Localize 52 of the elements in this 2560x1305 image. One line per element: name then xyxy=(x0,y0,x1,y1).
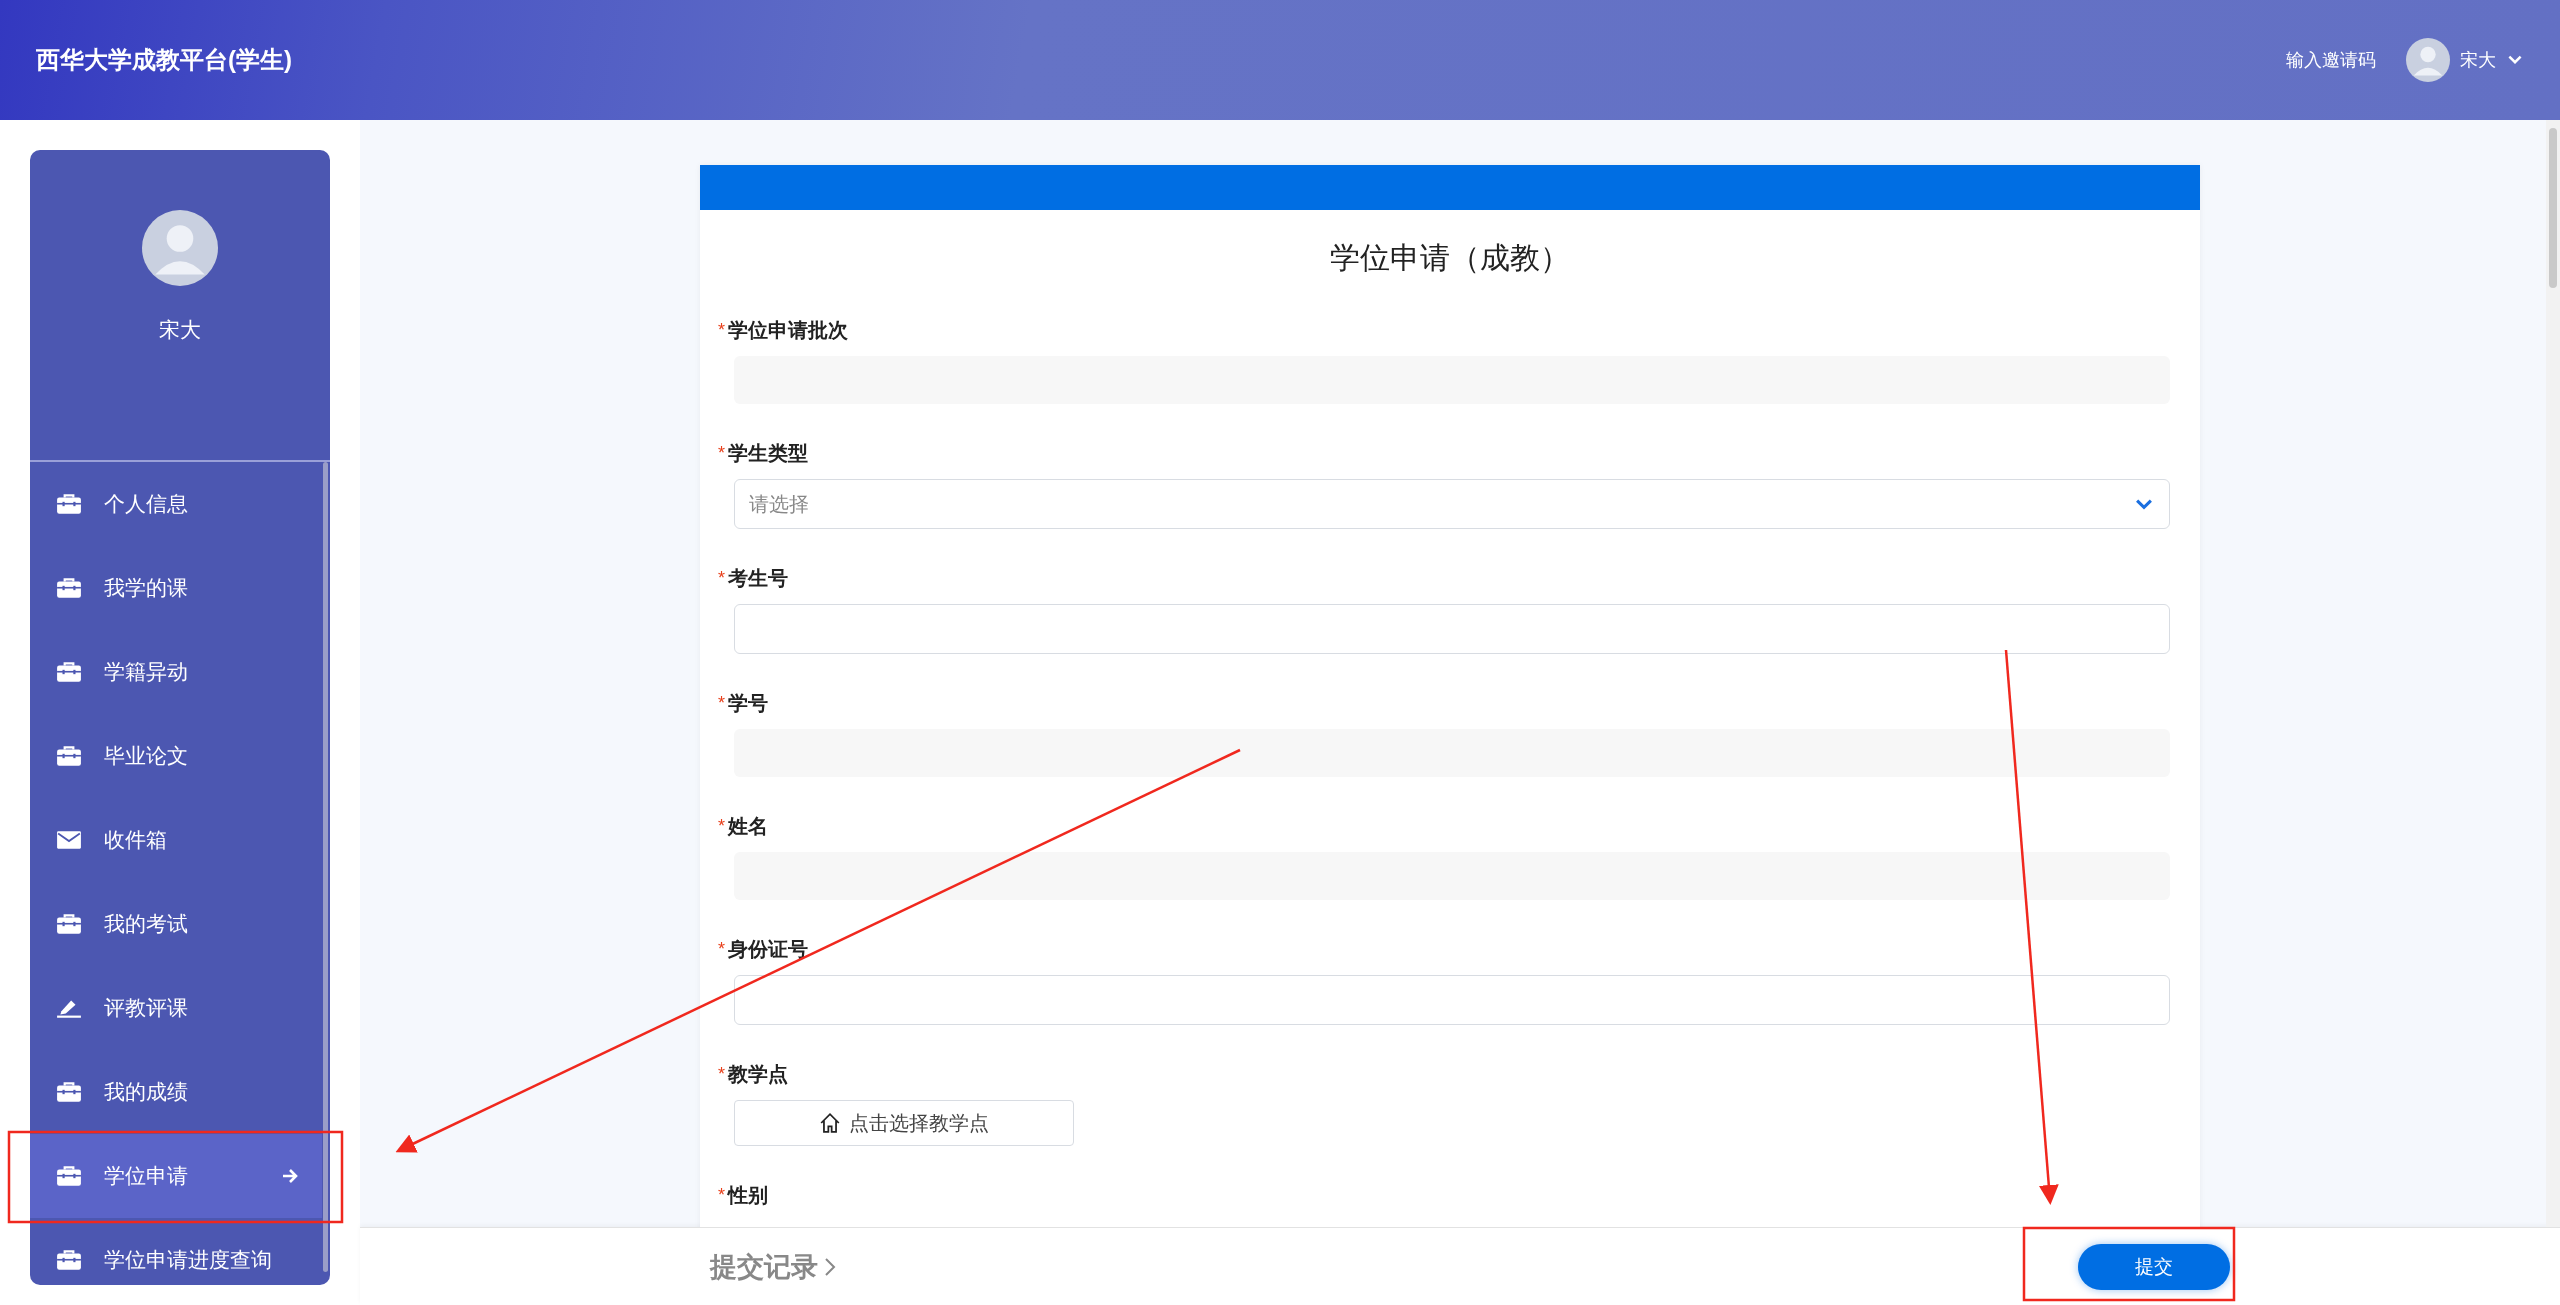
sidebar-item[interactable]: 我的考试 xyxy=(30,882,322,966)
sidebar-item[interactable]: 我学的课 xyxy=(30,546,322,630)
briefcase-icon xyxy=(56,1165,82,1187)
envelope-icon xyxy=(56,829,82,851)
field-label: 身份证号 xyxy=(728,937,808,962)
submit-button[interactable]: 提交 xyxy=(2078,1243,2230,1290)
field-label: 考生号 xyxy=(728,566,788,591)
briefcase-icon xyxy=(56,913,82,935)
briefcase-icon xyxy=(56,577,82,599)
field-label: 学号 xyxy=(728,691,768,716)
field-label: 姓名 xyxy=(728,814,768,839)
required-asterisk: * xyxy=(718,320,725,341)
sidebar-item[interactable]: 学位申请进度查询 xyxy=(30,1218,322,1285)
sidebar-scrollbar[interactable] xyxy=(323,462,328,1272)
site-title: 西华大学成教平台(学生) xyxy=(36,45,292,75)
profile-name: 宋大 xyxy=(159,317,201,343)
home-icon xyxy=(819,1112,841,1134)
input-field[interactable] xyxy=(734,975,2170,1025)
avatar-icon[interactable] xyxy=(2406,38,2450,82)
required-asterisk: * xyxy=(718,1185,725,1206)
required-asterisk: * xyxy=(718,939,725,960)
sidebar-item[interactable]: 学位申请 xyxy=(30,1134,322,1218)
required-asterisk: * xyxy=(718,693,725,714)
input-field[interactable] xyxy=(734,604,2170,654)
sidebar-item[interactable]: 评教评课 xyxy=(30,966,322,1050)
submit-history-link[interactable]: 提交记录 xyxy=(710,1248,836,1285)
field-label: 教学点 xyxy=(728,1062,788,1087)
briefcase-icon xyxy=(56,745,82,767)
select-field[interactable]: 请选择 xyxy=(734,479,2170,529)
select-location-button[interactable]: 点击选择教学点 xyxy=(734,1100,1074,1146)
field-label: 学位申请批次 xyxy=(728,318,848,343)
field-label: 学生类型 xyxy=(728,441,808,466)
briefcase-icon xyxy=(56,493,82,515)
sidebar-item[interactable]: 我的成绩 xyxy=(30,1050,322,1134)
sidebar-item[interactable]: 学籍异动 xyxy=(30,630,322,714)
briefcase-icon xyxy=(56,1249,82,1271)
form-title: 学位申请（成教） xyxy=(1329,240,1571,276)
chevron-right-icon xyxy=(824,1256,836,1277)
user-name[interactable]: 宋大 xyxy=(2460,48,2496,72)
field-label: 性别 xyxy=(728,1183,768,1208)
briefcase-icon xyxy=(56,661,82,683)
required-asterisk: * xyxy=(718,568,725,589)
required-asterisk: * xyxy=(718,1064,725,1085)
required-asterisk: * xyxy=(718,443,725,464)
page-scrollbar[interactable] xyxy=(2546,120,2560,1227)
sidebar-item[interactable]: 收件箱 xyxy=(30,798,322,882)
avatar-icon xyxy=(142,210,218,286)
required-asterisk: * xyxy=(718,816,725,837)
sidebar-item[interactable]: 个人信息 xyxy=(30,462,322,546)
invite-code-link[interactable]: 输入邀请码 xyxy=(2286,48,2376,72)
briefcase-icon xyxy=(56,1081,82,1103)
sidebar-item[interactable]: 毕业论文 xyxy=(30,714,322,798)
